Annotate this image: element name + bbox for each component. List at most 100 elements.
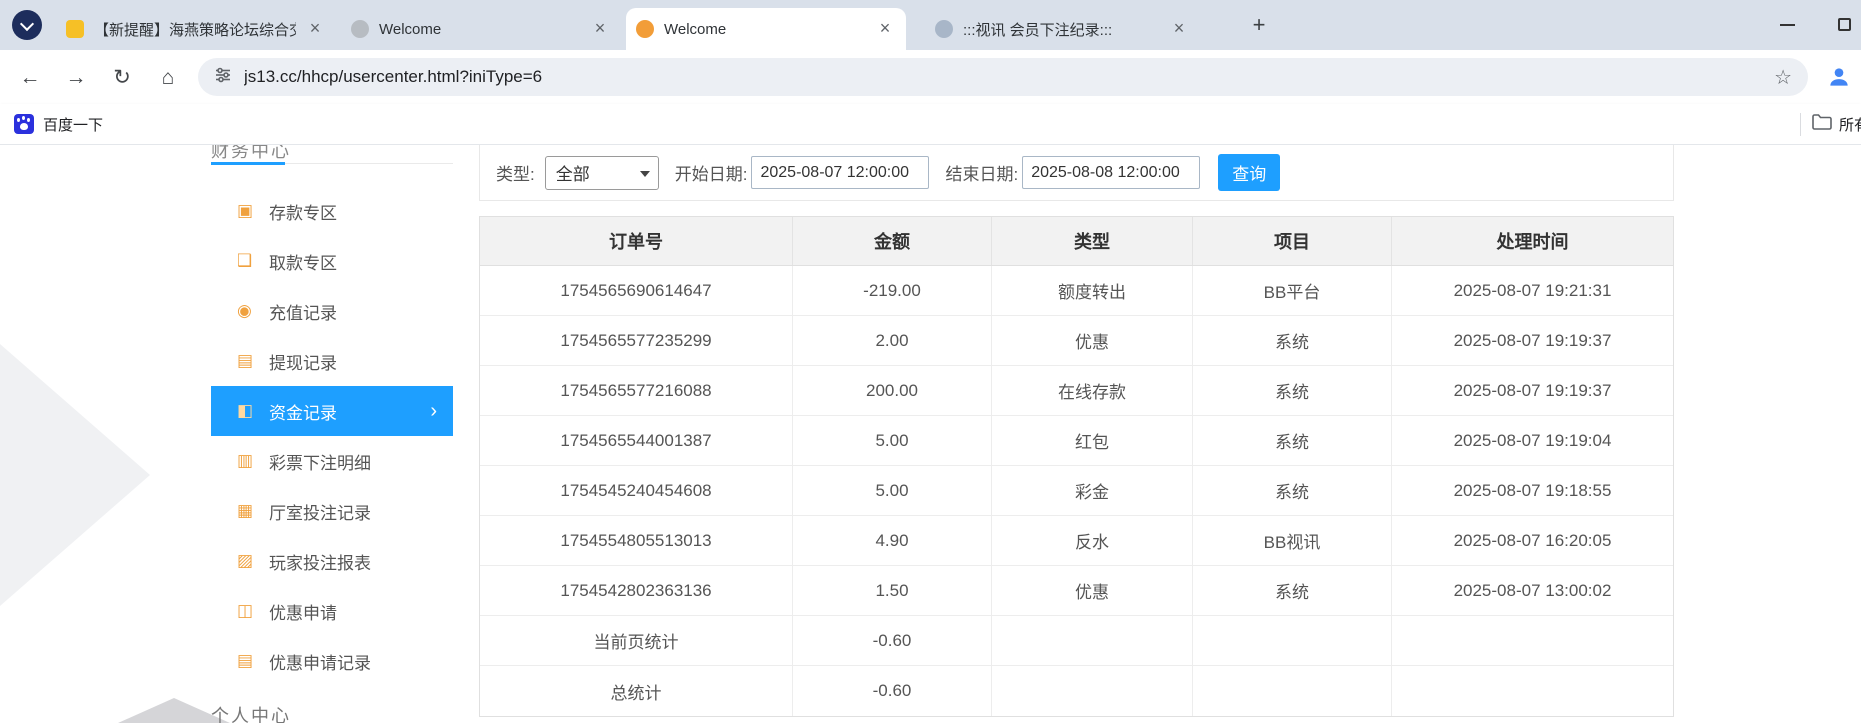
cell-order-no: 1754554805513013 — [480, 516, 793, 565]
browser-tab[interactable]: :::视讯 会员下注纪录::: — [925, 8, 1200, 50]
tab-close-icon[interactable] — [589, 18, 611, 40]
site-settings-icon[interactable] — [214, 66, 232, 89]
cell-time: 2025-08-07 13:00:02 — [1453, 580, 1612, 600]
cell-project: 系统 — [1193, 566, 1392, 615]
query-button[interactable]: 查询 — [1218, 154, 1281, 191]
start-date-input[interactable] — [751, 156, 930, 189]
menu-item-label: 优惠申请记录 — [269, 653, 371, 673]
cell-type — [992, 666, 1193, 716]
menu-item-label: 提现记录 — [269, 353, 337, 373]
end-date-input[interactable] — [1022, 156, 1201, 189]
type-label: 类型: — [496, 165, 535, 184]
cell-amount: 200.00 — [793, 366, 992, 415]
cell-time: 2025-08-07 19:18:55 — [1453, 480, 1612, 500]
cell-time — [1392, 666, 1673, 716]
all-bookmarks-label: 所有书签 — [1839, 117, 1861, 134]
tab-close-icon[interactable] — [1168, 18, 1190, 40]
type-select-value: 全部 — [555, 165, 590, 184]
sidebar-menu-item[interactable]: ▥ 彩票下注明细 — [211, 436, 453, 486]
sidebar-menu-item[interactable]: ▤ 优惠申请记录 — [211, 636, 453, 686]
type-select[interactable]: 全部 — [544, 155, 659, 190]
menu-item-label: 取款专区 — [269, 253, 337, 273]
page-content: 财务中心 ▣ 存款专区 ❑ 取款专区 ◉ 充值记录 ▤ 提现记录 ◧ 资金记录 … — [0, 145, 1861, 723]
cell-amount: -0.60 — [793, 616, 992, 665]
cell-order-no: 总统计 — [480, 666, 793, 716]
cell-type: 在线存款 — [992, 366, 1193, 415]
sidebar-menu-item[interactable]: ▦ 厅室投注记录 — [211, 486, 453, 536]
header-order-no: 订单号 — [480, 217, 793, 265]
home-icon[interactable] — [152, 62, 184, 94]
cell-time: 2025-08-07 19:21:31 — [1453, 280, 1612, 300]
cell-order-no: 1754545240454608 — [480, 466, 793, 515]
sidebar-menu-item[interactable]: ◧ 资金记录 › — [211, 386, 453, 436]
browser-tab[interactable]: Welcome — [341, 8, 621, 50]
address-bar[interactable]: js13.cc/hhcp/usercenter.html?iniType=6 — [198, 58, 1808, 96]
profile-avatar[interactable] — [1822, 60, 1856, 94]
sidebar-section-personal: 个人中心 — [211, 706, 291, 723]
table-row: 当前页统计 -0.60 — [480, 616, 1673, 666]
sidebar-menu-item[interactable]: ◉ 充值记录 — [211, 286, 453, 336]
menu-item-icon: ▥ — [237, 451, 254, 470]
cell-project — [1193, 666, 1392, 716]
sidebar-menu-item[interactable]: ▣ 存款专区 — [211, 186, 453, 236]
cell-project: 系统 — [1193, 316, 1392, 365]
cell-time: 2025-08-07 19:19:37 — [1453, 380, 1612, 400]
menu-item-icon: ◉ — [237, 301, 252, 320]
sidebar-section-finance: 财务中心 — [211, 145, 453, 165]
cell-amount: 5.00 — [793, 416, 992, 465]
tab-search-icon[interactable] — [12, 10, 42, 40]
table-row: 总统计 -0.60 — [480, 666, 1673, 716]
tab-favicon — [935, 20, 953, 38]
cell-project: BB视讯 — [1193, 516, 1392, 565]
cell-amount: 5.00 — [793, 466, 992, 515]
menu-item-icon: ▤ — [237, 651, 254, 670]
cell-amount: 2.00 — [793, 316, 992, 365]
back-icon[interactable] — [14, 62, 46, 94]
cell-type: 额度转出 — [992, 266, 1193, 315]
cell-project: 系统 — [1193, 466, 1392, 515]
bookmark-star-icon[interactable] — [1774, 65, 1792, 90]
sidebar-menu-item[interactable]: ◫ 优惠申请 — [211, 586, 453, 636]
cell-order-no: 1754565577216088 — [480, 366, 793, 415]
end-date-label: 结束日期: — [945, 165, 1019, 184]
cell-type — [992, 616, 1193, 665]
header-type: 类型 — [992, 217, 1193, 265]
cell-type: 优惠 — [992, 316, 1193, 365]
sidebar-menu-item[interactable]: ❑ 取款专区 — [211, 236, 453, 286]
browser-tab[interactable]: 【新提醒】海燕策略论坛综合交 — [56, 8, 336, 50]
cell-order-no: 当前页统计 — [480, 616, 793, 665]
tab-close-icon[interactable] — [304, 18, 326, 40]
menu-item-label: 厅室投注记录 — [269, 503, 371, 523]
table-body: 1754565690614647 -219.00 额度转出 BB平台 2025-… — [480, 266, 1673, 716]
new-tab-button[interactable] — [1246, 13, 1272, 39]
forward-icon[interactable] — [60, 62, 92, 94]
all-bookmarks-button[interactable]: 所有书签 — [1812, 114, 1861, 135]
cell-time: 2025-08-07 19:19:04 — [1453, 430, 1612, 450]
tab-favicon — [351, 20, 369, 38]
bookmark-baidu[interactable]: 百度一下 — [14, 112, 103, 136]
sidebar-menu-item[interactable]: ▤ 提现记录 — [211, 336, 453, 386]
menu-item-label: 优惠申请 — [269, 603, 337, 623]
sidebar-menu-item[interactable]: ▨ 玩家投注报表 — [211, 536, 453, 586]
maximize-button[interactable] — [1838, 18, 1851, 31]
cell-time: 2025-08-07 19:19:37 — [1453, 330, 1612, 350]
bookmarks-divider — [1800, 113, 1801, 136]
menu-item-icon: ▤ — [237, 351, 254, 370]
menu-item-label: 玩家投注报表 — [269, 553, 371, 573]
header-time: 处理时间 — [1496, 232, 1569, 252]
tab-close-icon[interactable] — [874, 18, 896, 40]
active-section-underline — [211, 162, 285, 165]
minimize-button[interactable] — [1780, 24, 1795, 26]
refresh-icon[interactable] — [106, 62, 138, 94]
cell-type: 反水 — [992, 516, 1193, 565]
menu-item-icon: ❑ — [237, 251, 253, 270]
cell-time: 2025-08-07 16:20:05 — [1453, 530, 1612, 550]
cell-project: BB平台 — [1193, 266, 1392, 315]
menu-item-label: 彩票下注明细 — [269, 453, 371, 473]
sidebar-menu: ▣ 存款专区 ❑ 取款专区 ◉ 充值记录 ▤ 提现记录 ◧ 资金记录 › ▥ 彩… — [211, 186, 453, 686]
cell-amount: -219.00 — [793, 266, 992, 315]
browser-tab[interactable]: Welcome — [626, 8, 906, 50]
menu-item-label: 资金记录 — [269, 403, 337, 423]
menu-item-icon: ◧ — [237, 401, 254, 420]
cell-type: 优惠 — [992, 566, 1193, 615]
